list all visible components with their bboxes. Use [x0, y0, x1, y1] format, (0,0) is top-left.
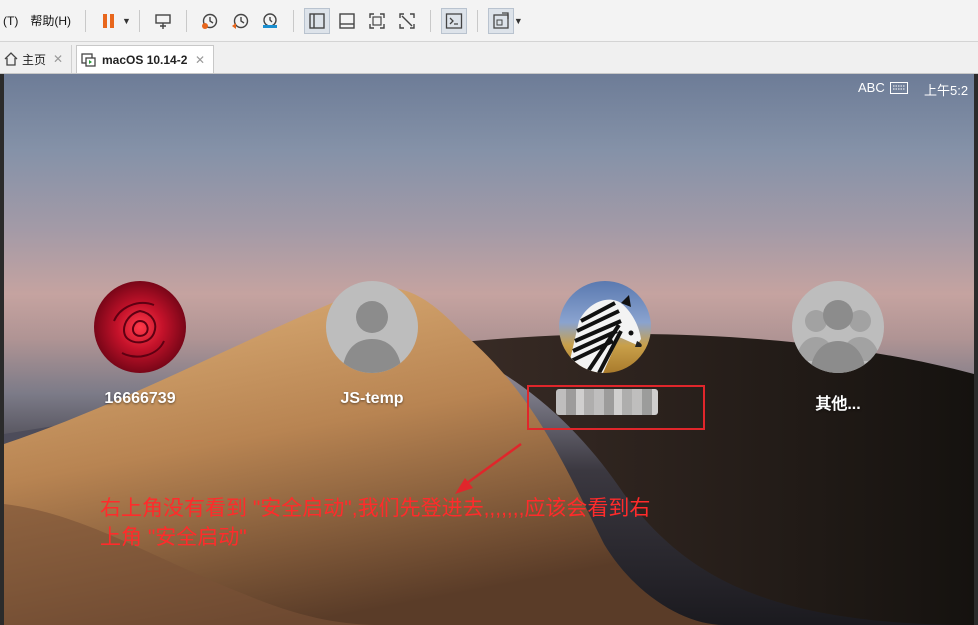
send-keys-icon: [155, 13, 171, 29]
menu-tools-partial[interactable]: (T): [0, 14, 24, 28]
menu-help[interactable]: 帮助(H): [24, 12, 77, 29]
vm-screen-macos-login[interactable]: ABC 上午5:2 16666739 JS-temp 其他... 右上角没有看到…: [4, 74, 974, 625]
toolbar-separator: [429, 9, 431, 32]
vmware-toolbar: (T) 帮助(H) ▼ ▼: [0, 0, 978, 42]
tab-macos-vm[interactable]: macOS 10.14-2 ✕: [76, 45, 214, 73]
tab-macos-label: macOS 10.14-2: [102, 52, 188, 67]
thumbnail-view-button[interactable]: [334, 8, 360, 34]
snapshot-manager-icon: [262, 12, 277, 28]
keyboard-icon: [890, 82, 908, 94]
other-users-icon: [796, 300, 880, 373]
snapshot-manager-button[interactable]: [257, 8, 283, 34]
snapshot-take-icon: [201, 13, 218, 29]
annotation-line-2: 上角 "安全启动": [100, 526, 247, 549]
chevron-down-icon[interactable]: ▼: [514, 16, 523, 26]
user-name[interactable]: 16666739: [60, 390, 220, 408]
tab-home-label: 主页: [22, 52, 47, 67]
fullscreen-icon: [369, 12, 385, 29]
user-name[interactable]: JS-temp: [292, 390, 452, 408]
console-view-icon: [309, 12, 325, 29]
toolbar-separator: [476, 9, 478, 32]
chevron-down-icon[interactable]: ▼: [122, 16, 131, 26]
fullscreen-button[interactable]: [364, 8, 390, 34]
toolbar-separator: [85, 9, 86, 32]
pause-button[interactable]: [96, 8, 122, 34]
close-icon[interactable]: ✕: [195, 53, 205, 67]
snapshot-revert-icon: [231, 13, 249, 29]
stretch-icon: [493, 11, 509, 29]
tab-home[interactable]: 主页 ✕: [0, 45, 72, 73]
stretch-button[interactable]: [487, 7, 514, 34]
close-icon[interactable]: ✕: [53, 52, 63, 66]
user-name[interactable]: 其他...: [758, 390, 918, 414]
thumbnail-view-icon: [339, 12, 355, 29]
user-avatar-zebra[interactable]: [559, 281, 651, 373]
pause-icon: [103, 13, 114, 28]
person-icon: [342, 301, 402, 373]
user-avatar-rose[interactable]: [94, 281, 186, 373]
annotation-line-1: 右上角没有看到 "安全启动",我们先登进去,,,,,,,应该会看到右: [100, 497, 651, 520]
home-icon: [4, 52, 18, 66]
vm-frame: [974, 74, 978, 625]
annotation-arrow: [455, 442, 522, 494]
unity-button[interactable]: [394, 8, 420, 34]
snapshot-revert-button[interactable]: [227, 8, 253, 34]
user-avatar-other[interactable]: [792, 281, 884, 373]
clock: 上午5:2: [924, 83, 969, 98]
toolbar-separator: [292, 9, 294, 32]
zebra-image: [567, 295, 642, 373]
annotation-highlight-box: [527, 385, 705, 430]
unity-icon: [399, 12, 415, 29]
terminal-icon: [445, 12, 463, 29]
user-avatar-default[interactable]: [326, 281, 418, 373]
rose-image: [113, 302, 165, 358]
console-view-button[interactable]: [303, 7, 330, 34]
input-source-indicator[interactable]: ABC: [858, 80, 885, 95]
snapshot-take-button[interactable]: [197, 8, 223, 34]
toolbar-separator: [138, 9, 140, 32]
terminal-button[interactable]: [440, 7, 467, 34]
annotation-text: 右上角没有看到 "安全启动",我们先登进去,,,,,,,应该会看到右 上角 "安…: [100, 494, 740, 552]
toolbar-separator: [185, 9, 187, 32]
vm-icon: [81, 52, 96, 67]
tab-bar: 主页 ✕ macOS 10.14-2 ✕: [0, 42, 978, 74]
send-keys-button[interactable]: [150, 8, 176, 34]
